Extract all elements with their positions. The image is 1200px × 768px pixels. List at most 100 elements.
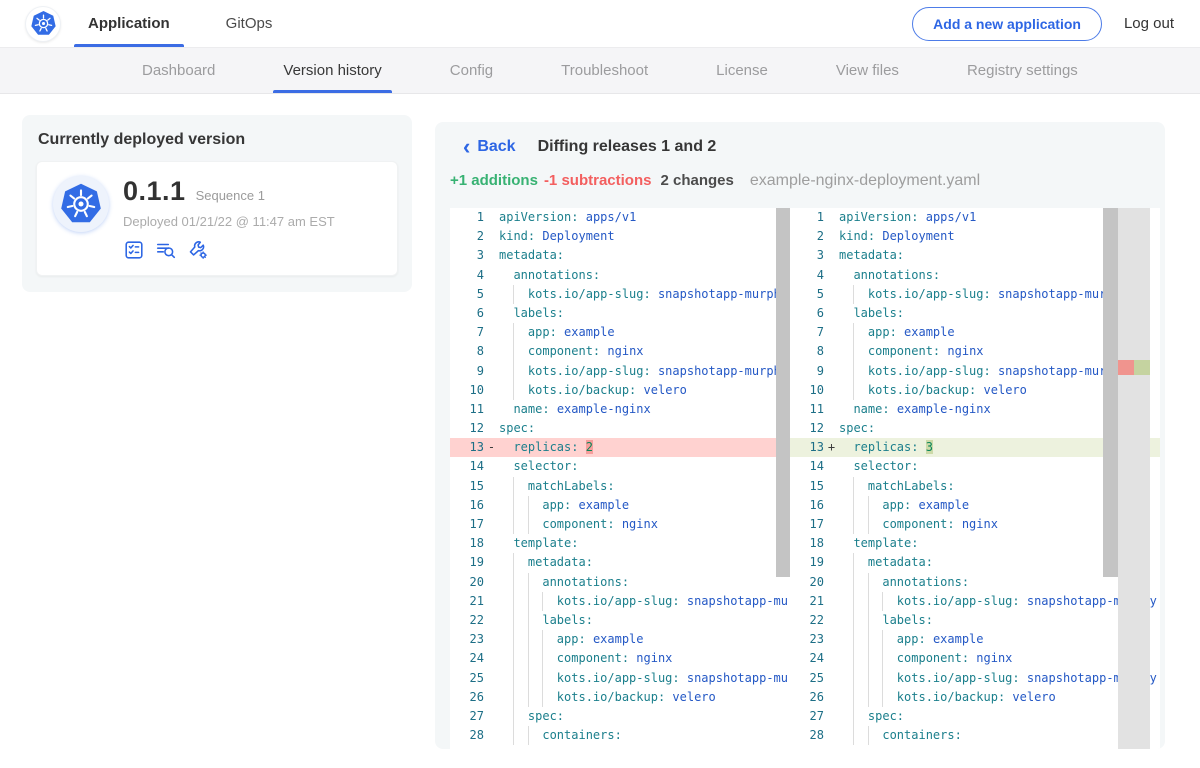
code-rows-original: 1apiVersion: apps/v12 kind: Deployment3me… — [450, 208, 790, 745]
line-number: 27 — [450, 707, 484, 726]
subnav-tab-version-history[interactable]: Version history — [273, 48, 391, 93]
app-subnav: Dashboard Version history Config Troublesho… — [0, 48, 1200, 94]
code-line: 28 containers: — [790, 726, 1160, 745]
diff-sign — [824, 669, 839, 688]
diff-sign — [824, 688, 839, 707]
code-line: 26 kots.io/backup: velero — [450, 688, 790, 707]
config-icon[interactable] — [187, 239, 209, 261]
code-line: 1apiVersion: apps/v1 — [450, 208, 790, 227]
line-number: 24 — [450, 649, 484, 668]
subnav-tab-view-files[interactable]: View files — [826, 48, 909, 93]
scrollbar-thumb[interactable] — [776, 208, 790, 577]
code-line: 11 name: example-nginx — [450, 400, 790, 419]
line-number: 11 — [450, 400, 484, 419]
diff-sign: + — [824, 438, 839, 457]
main-content: Currently deployed version — [0, 94, 1200, 768]
overview-ruler[interactable] — [1118, 208, 1150, 749]
diff-sign — [484, 323, 499, 342]
code-text: kots.io/backup: velero — [839, 688, 1160, 707]
line-number: 16 — [790, 496, 824, 515]
line-number: 18 — [790, 534, 824, 553]
diff-sign — [484, 726, 499, 745]
code-line: 21 kots.io/app-slug: snapshotapp-murphy — [450, 592, 790, 611]
line-number: 3 — [790, 246, 824, 265]
code-text: kots.io/app-slug: snapshotapp-murphy — [499, 592, 790, 611]
subnav-tab-license[interactable]: License — [706, 48, 778, 93]
diff-pane-modified[interactable]: 1apiVersion: apps/v12kind: Deployment3me… — [790, 208, 1160, 749]
code-line: 12spec: — [450, 419, 790, 438]
top-tab-application[interactable]: Application — [74, 0, 184, 47]
diff-sign — [484, 477, 499, 496]
diff-filename: example-nginx-deployment.yaml — [750, 172, 980, 190]
code-text: selector: — [499, 457, 790, 476]
diff-sign — [484, 553, 499, 572]
code-line: 27 spec: — [790, 707, 1160, 726]
line-number: 14 — [450, 457, 484, 476]
diff-sign — [824, 457, 839, 476]
line-number: 4 — [450, 266, 484, 285]
line-number: 23 — [450, 630, 484, 649]
code-text: kots.io/app-slug: snapshotapp-murphy — [499, 669, 790, 688]
line-number: 12 — [790, 419, 824, 438]
line-number: 2 — [450, 227, 484, 246]
code-line: 26 kots.io/backup: velero — [790, 688, 1160, 707]
line-number: 22 — [450, 611, 484, 630]
line-number: 5 — [790, 285, 824, 304]
code-text: app: example — [499, 630, 790, 649]
line-number: 23 — [790, 630, 824, 649]
back-chevron-icon: ‹ — [463, 140, 470, 154]
code-text: template: — [499, 534, 790, 553]
diff-sign — [824, 381, 839, 400]
code-text: kind: Deployment — [499, 227, 790, 246]
top-tab-gitops[interactable]: GitOps — [212, 0, 287, 47]
subnav-tab-dashboard[interactable]: Dashboard — [132, 48, 225, 93]
diff-sign — [484, 534, 499, 553]
line-number: 14 — [790, 457, 824, 476]
checklist-icon[interactable] — [123, 239, 145, 261]
line-number: 28 — [450, 726, 484, 745]
topbar-right: Add a new application Log out — [912, 7, 1174, 41]
code-line: 16 app: example — [450, 496, 790, 515]
back-label: Back — [477, 138, 515, 156]
code-text: labels: — [499, 611, 790, 630]
diff-sign — [484, 285, 499, 304]
line-number: 21 — [450, 592, 484, 611]
top-tabs: Application GitOps — [74, 0, 286, 47]
currently-deployed-card: Currently deployed version — [22, 115, 412, 292]
code-text: spec: — [839, 707, 1160, 726]
add-application-button[interactable]: Add a new application — [912, 7, 1102, 41]
code-text: app: example — [839, 630, 1160, 649]
diff-sign — [824, 362, 839, 381]
code-line: 25 kots.io/app-slug: snapshotapp-murphy — [790, 669, 1160, 688]
diff-sign — [484, 266, 499, 285]
scrollbar-thumb[interactable] — [1103, 208, 1118, 577]
diff-sign — [824, 342, 839, 361]
subnav-tab-troubleshoot[interactable]: Troubleshoot — [551, 48, 658, 93]
diff-title: Diffing releases 1 and 2 — [538, 138, 717, 156]
code-line: 17 component: nginx — [450, 515, 790, 534]
code-line: 25 kots.io/app-slug: snapshotapp-murphy — [450, 669, 790, 688]
back-button[interactable]: ‹ Back — [463, 138, 516, 156]
code-line: 20 annotations: — [450, 573, 790, 592]
code-text: app: example — [499, 496, 790, 515]
diff-sign — [484, 630, 499, 649]
subnav-tab-config[interactable]: Config — [440, 48, 503, 93]
code-line: 10 kots.io/backup: velero — [450, 381, 790, 400]
diff-sign — [824, 400, 839, 419]
code-line: 3metadata: — [450, 246, 790, 265]
code-line: 14 selector: — [450, 457, 790, 476]
code-line: 2 kind: Deployment — [450, 227, 790, 246]
code-text: component: nginx — [839, 649, 1160, 668]
diff-sign — [484, 400, 499, 419]
subnav-tab-registry-settings[interactable]: Registry settings — [957, 48, 1088, 93]
diff-pane-original[interactable]: 1apiVersion: apps/v12 kind: Deployment3me… — [450, 208, 790, 749]
ruler-added-marker — [1134, 360, 1150, 375]
logout-button[interactable]: Log out — [1124, 15, 1174, 32]
line-number: 20 — [790, 573, 824, 592]
diff-sign — [824, 573, 839, 592]
deployed-card-title: Currently deployed version — [38, 131, 396, 149]
code-text: replicas: 2 — [499, 438, 790, 457]
view-logs-icon[interactable] — [155, 239, 177, 261]
code-text: component: nginx — [499, 342, 790, 361]
diff-sign — [824, 707, 839, 726]
